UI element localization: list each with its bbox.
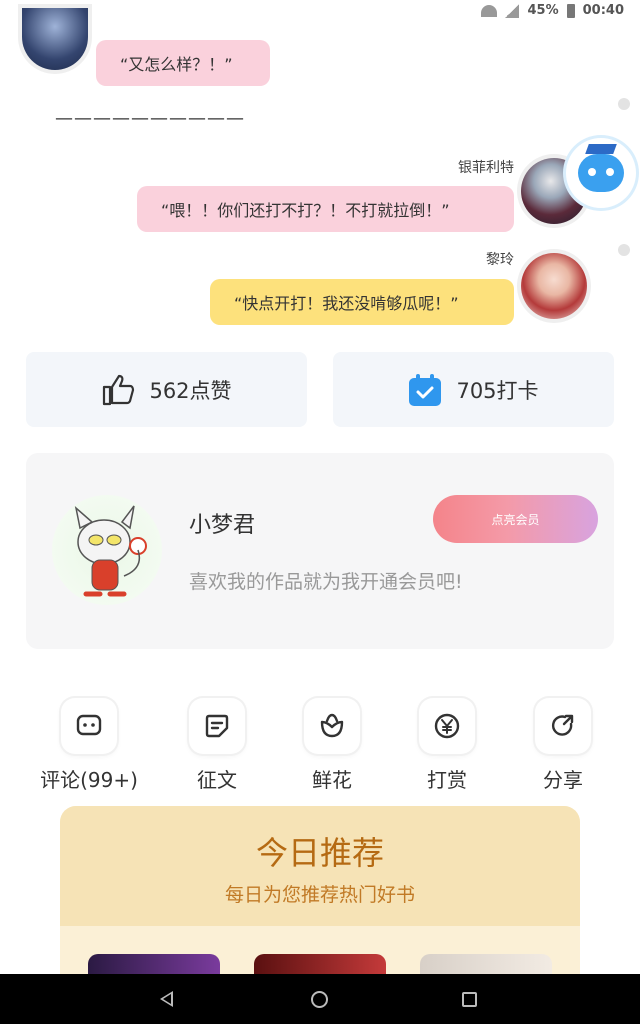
activate-membership-button[interactable]: 点亮会员 (433, 495, 598, 543)
wifi-icon (481, 4, 498, 17)
battery-icon (566, 3, 575, 18)
tip-button[interactable]: 打赏 (402, 698, 492, 793)
system-nav-bar (0, 974, 640, 1024)
clock: 00:40 (582, 3, 624, 18)
graduation-cap-icon (585, 144, 617, 154)
author-avatar[interactable] (52, 495, 162, 605)
comment-button[interactable]: 评论(99+) (40, 698, 138, 793)
recommend-title: 今日推荐 (255, 834, 384, 872)
share-icon (535, 698, 591, 754)
back-icon[interactable] (160, 991, 173, 1007)
checkin-button[interactable]: 705打卡 (333, 352, 614, 427)
like-button[interactable]: 562点赞 (26, 352, 307, 427)
essay-label: 征文 (197, 768, 237, 792)
yuan-icon (419, 698, 475, 754)
chat-text: “快点开打！我还没啃够瓜呢！” (234, 294, 459, 313)
signal-icon (505, 3, 520, 18)
assistant-robot-button[interactable] (566, 138, 636, 208)
calendar-check-icon (408, 373, 442, 407)
chat-bubble: “又怎么样？！” (96, 40, 270, 86)
avatar[interactable] (22, 8, 88, 70)
author-name: 小梦君 (189, 513, 256, 538)
flower-label: 鲜花 (312, 768, 352, 792)
essay-icon (189, 698, 245, 754)
robot-icon (578, 154, 624, 192)
share-button[interactable]: 分享 (518, 698, 608, 793)
flower-icon (304, 698, 360, 754)
battery-percent: 45% (527, 3, 559, 18)
member-description: 喜欢我的作品就为我开通会员吧! (189, 571, 463, 593)
comment-label: 评论(99+) (40, 768, 138, 792)
avatar[interactable] (521, 253, 587, 319)
chat-bubble: “快点开打！我还没啃够瓜呢！” (210, 279, 514, 325)
thumbs-up-icon (101, 373, 135, 407)
book-cover[interactable] (420, 954, 552, 976)
chat-text: “喂！！你们还打不打？！不打就拉倒！” (161, 201, 450, 220)
status-right: 45% 00:40 (481, 3, 624, 18)
divider-text: —————————— (55, 108, 245, 129)
scroll-dot (618, 98, 630, 110)
recommend-subtitle: 每日为您推荐热门好书 (224, 884, 415, 906)
member-card: 小梦君 喜欢我的作品就为我开通会员吧! 点亮会员 (26, 453, 614, 649)
chat-bubble: “喂！！你们还打不打？！不打就拉倒！” (137, 186, 514, 232)
flower-button[interactable]: 鲜花 (287, 698, 377, 793)
book-cover[interactable] (88, 954, 220, 976)
book-cover[interactable] (254, 954, 386, 976)
home-icon[interactable] (311, 991, 328, 1008)
recent-apps-icon[interactable] (462, 992, 477, 1007)
checkin-count: 705打卡 (456, 378, 539, 403)
tip-label: 打赏 (427, 768, 467, 792)
like-count: 562点赞 (149, 378, 232, 403)
share-label: 分享 (543, 768, 583, 792)
sender-name: 银菲利特 (458, 160, 514, 176)
comment-icon (61, 698, 117, 754)
cat-hero-avatar-icon (74, 505, 147, 597)
sender-name: 黎玲 (486, 252, 514, 268)
recommend-card: 今日推荐 每日为您推荐热门好书 (60, 806, 580, 976)
chat-text: “又怎么样？！” (120, 55, 233, 74)
essay-button[interactable]: 征文 (172, 698, 262, 793)
scroll-dot (618, 244, 630, 256)
status-bar: 45% 00:40 (0, 0, 640, 26)
